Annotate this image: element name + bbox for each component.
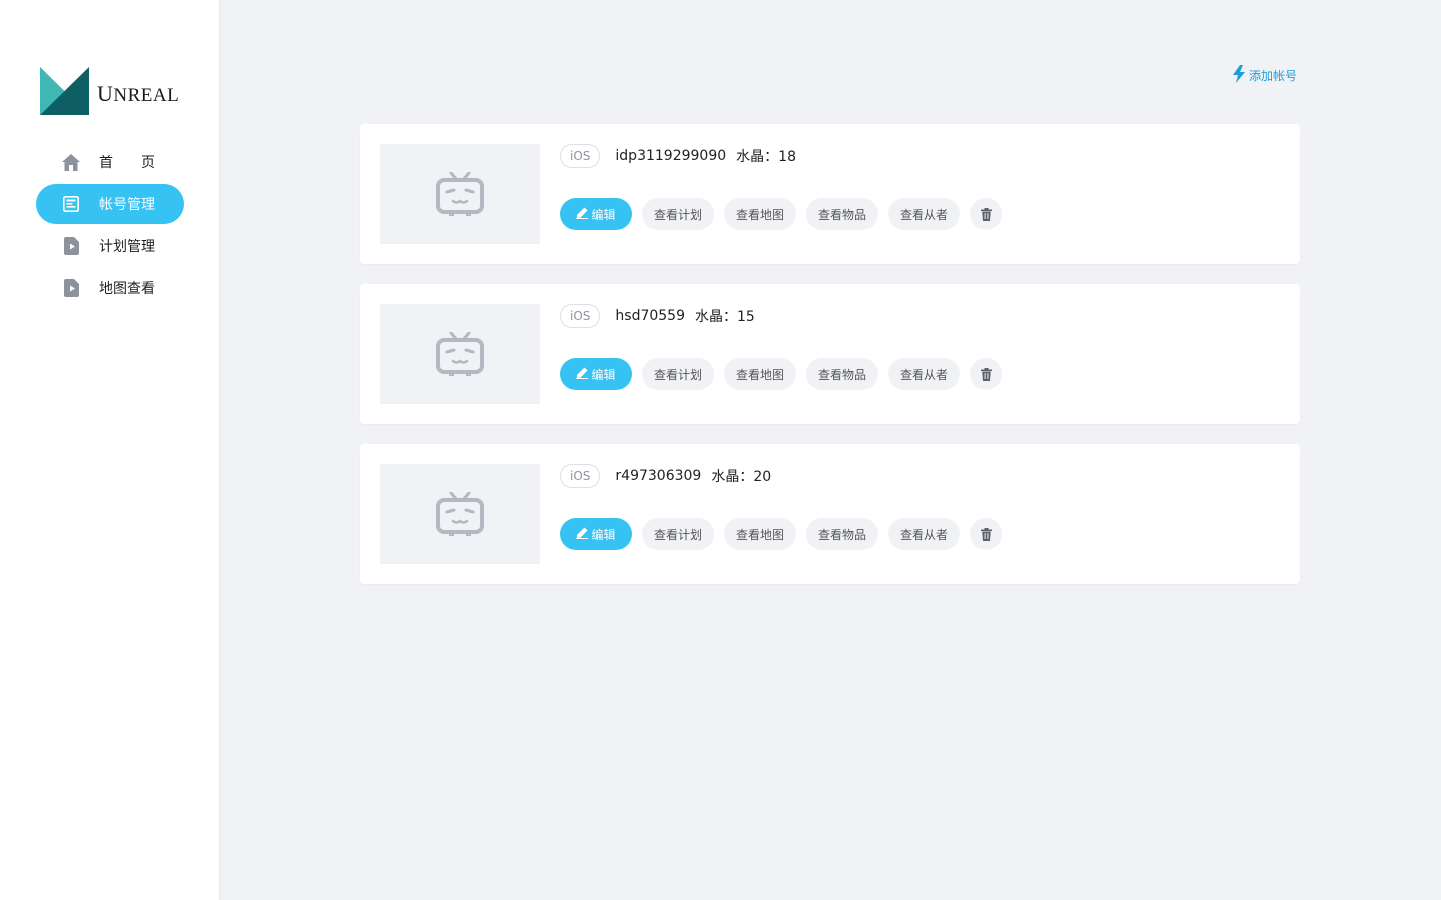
account-name: idp3119299090 — [615, 148, 727, 164]
sidebar-item-accounts[interactable]: 帐号管理 — [36, 184, 184, 224]
account-info: iOS r497306309 水晶：20 — [560, 464, 771, 488]
account-info: iOS hsd70559 水晶：15 — [560, 304, 755, 328]
trash-icon — [980, 527, 992, 541]
account-actions: 编辑 查看计划 查看地图 查看物品 查看从者 — [560, 518, 1012, 550]
view-map-button[interactable]: 查看地图 — [724, 358, 796, 390]
account-thumbnail — [380, 304, 540, 404]
bolt-icon — [1232, 65, 1246, 86]
sidebar-item-map[interactable]: 地图查看 — [36, 268, 184, 308]
view-followers-button[interactable]: 查看从者 — [888, 518, 960, 550]
delete-button[interactable] — [970, 198, 1002, 230]
logo-mark-icon — [40, 67, 89, 115]
account-card-icon — [62, 195, 80, 213]
edit-label: 编辑 — [591, 207, 616, 222]
sidebar-item-label: 帐号管理 — [99, 197, 155, 213]
view-map-button[interactable]: 查看地图 — [724, 198, 796, 230]
sidebar-item-home[interactable]: 首页 — [36, 142, 184, 182]
logo[interactable]: UNREAL — [40, 67, 179, 115]
view-items-button[interactable]: 查看物品 — [806, 198, 878, 230]
account-actions: 编辑 查看计划 查看地图 查看物品 查看从者 — [560, 198, 1012, 230]
edit-button[interactable]: 编辑 — [560, 518, 632, 550]
account-name: hsd70559 — [615, 308, 685, 324]
view-plan-button[interactable]: 查看计划 — [642, 358, 714, 390]
tv-placeholder-icon — [436, 171, 484, 216]
view-items-button[interactable]: 查看物品 — [806, 518, 878, 550]
account-info: iOS idp3119299090 水晶：18 — [560, 144, 796, 168]
view-map-button[interactable]: 查看地图 — [724, 518, 796, 550]
edit-button[interactable]: 编辑 — [560, 198, 632, 230]
doc-play-icon — [62, 237, 80, 255]
platform-tag: iOS — [560, 304, 601, 328]
delete-button[interactable] — [970, 358, 1002, 390]
pencil-icon — [576, 207, 589, 222]
platform-tag: iOS — [560, 464, 601, 488]
account-thumbnail — [380, 144, 540, 244]
sidebar-item-label: 计划管理 — [99, 239, 155, 255]
platform-tag: iOS — [560, 144, 601, 168]
account-thumbnail — [380, 464, 540, 564]
view-followers-button[interactable]: 查看从者 — [888, 358, 960, 390]
view-plan-button[interactable]: 查看计划 — [642, 518, 714, 550]
app-root: UNREAL 首页 帐号管理 计划管理 地图查看 添加帐号 iOS idp311… — [0, 0, 1441, 900]
trash-icon — [980, 367, 992, 381]
sidebar-item-label: 地图查看 — [99, 281, 155, 297]
account-name: r497306309 — [615, 468, 702, 484]
edit-button[interactable]: 编辑 — [560, 358, 632, 390]
edit-label: 编辑 — [591, 367, 616, 382]
account-card: iOS r497306309 水晶：20 编辑 查看计划 查看地图 查看物品 查… — [360, 444, 1300, 584]
crystal-count: 水晶：18 — [736, 149, 796, 165]
account-card: iOS hsd70559 水晶：15 编辑 查看计划 查看地图 查看物品 查看从… — [360, 284, 1300, 424]
pencil-icon — [576, 367, 589, 382]
tv-placeholder-icon — [436, 331, 484, 376]
delete-button[interactable] — [970, 518, 1002, 550]
pencil-icon — [576, 527, 589, 542]
view-followers-button[interactable]: 查看从者 — [888, 198, 960, 230]
sidebar-nav: 首页 帐号管理 计划管理 地图查看 — [36, 142, 184, 310]
view-plan-button[interactable]: 查看计划 — [642, 198, 714, 230]
sidebar-item-label: 首页 — [99, 155, 183, 171]
crystal-count: 水晶：20 — [711, 469, 772, 485]
add-account-link[interactable]: 添加帐号 — [1232, 65, 1297, 86]
doc-play-icon — [62, 279, 80, 297]
add-account-label: 添加帐号 — [1249, 69, 1298, 83]
sidebar-item-plans[interactable]: 计划管理 — [36, 226, 184, 266]
brand-name: UNREAL — [97, 81, 180, 106]
trash-icon — [980, 207, 992, 221]
edit-label: 编辑 — [591, 527, 616, 542]
tv-placeholder-icon — [436, 491, 484, 536]
account-actions: 编辑 查看计划 查看地图 查看物品 查看从者 — [560, 358, 1012, 390]
crystal-count: 水晶：15 — [695, 309, 755, 325]
home-icon — [62, 153, 80, 171]
view-items-button[interactable]: 查看物品 — [806, 358, 878, 390]
sidebar: UNREAL 首页 帐号管理 计划管理 地图查看 — [0, 0, 220, 900]
account-card: iOS idp3119299090 水晶：18 编辑 查看计划 查看地图 查看物… — [360, 124, 1300, 264]
